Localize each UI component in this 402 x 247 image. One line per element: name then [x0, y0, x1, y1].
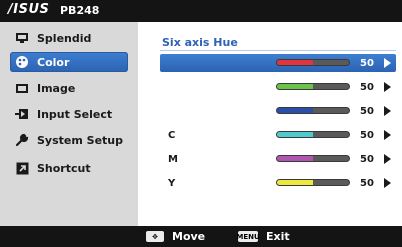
hue-row-red[interactable]: 50 [160, 54, 396, 72]
sidebar-item-color[interactable]: Color [10, 52, 128, 72]
row-value: 50 [360, 153, 374, 165]
slider-fill [277, 132, 313, 137]
brand-logo: /ISUS [8, 2, 50, 17]
row-value: 50 [360, 129, 374, 141]
joystick-move-icon: ✥ [146, 231, 164, 242]
arrow-right-icon[interactable] [384, 130, 391, 140]
row-value: 50 [360, 177, 374, 189]
wrench-icon [14, 132, 30, 148]
row-label: C [168, 129, 176, 141]
sidebar-item-label: Shortcut [37, 161, 91, 175]
main-panel: Six axis Hue 50 50 50 C 50 M 50 Y 50 [138, 22, 402, 226]
hue-row-green[interactable]: 50 [160, 78, 396, 96]
menu-key-icon: MENU [236, 231, 260, 242]
sidebar: Splendid Color Image Input Select System… [0, 22, 138, 226]
title-bar: /ISUS PB248 [0, 0, 402, 22]
row-value: 50 [360, 57, 374, 69]
sidebar-item-shortcut[interactable]: Shortcut [10, 158, 128, 178]
slider-fill [277, 84, 313, 89]
sidebar-item-label: Input Select [37, 107, 113, 121]
palette-icon [14, 54, 30, 70]
arrow-right-icon[interactable] [384, 106, 391, 116]
row-label: Y [168, 177, 176, 189]
shortcut-icon [14, 160, 30, 176]
slider-fill [277, 60, 313, 65]
arrow-right-icon[interactable] [384, 58, 391, 68]
move-hint-label: Move [172, 230, 206, 243]
slider-fill [277, 180, 313, 185]
row-label: M [168, 153, 178, 165]
sidebar-item-label: Image [37, 81, 76, 95]
slider-track[interactable] [276, 107, 350, 114]
sidebar-item-label: Color [37, 55, 70, 69]
sidebar-item-splendid[interactable]: Splendid [10, 28, 128, 48]
sidebar-item-label: Splendid [37, 31, 92, 45]
hue-row-cyan[interactable]: C 50 [160, 126, 396, 144]
arrow-right-icon[interactable] [384, 178, 391, 188]
image-icon [14, 80, 30, 96]
exit-hint-label: Exit [266, 230, 290, 243]
sidebar-item-system-setup[interactable]: System Setup [10, 130, 128, 150]
sidebar-item-image[interactable]: Image [10, 78, 128, 98]
footer-hint-bar: ✥ Move MENU Exit [0, 226, 402, 247]
slider-track[interactable] [276, 83, 350, 90]
arrow-right-icon[interactable] [384, 82, 391, 92]
slider-track[interactable] [276, 155, 350, 162]
slider-fill [277, 108, 313, 113]
hue-row-magenta[interactable]: M 50 [160, 150, 396, 168]
osd-screen: /ISUS PB248 Splendid Color Image Input S… [0, 0, 402, 247]
slider-track[interactable] [276, 179, 350, 186]
hue-row-blue[interactable]: 50 [160, 102, 396, 120]
input-select-icon [14, 106, 30, 122]
title-divider [160, 50, 396, 51]
row-value: 50 [360, 105, 374, 117]
slider-fill [277, 156, 313, 161]
model-name: PB248 [60, 4, 100, 17]
slider-track[interactable] [276, 131, 350, 138]
sidebar-item-input-select[interactable]: Input Select [10, 104, 128, 124]
sidebar-item-label: System Setup [37, 133, 123, 147]
row-value: 50 [360, 81, 374, 93]
splendid-icon [14, 30, 30, 46]
slider-track[interactable] [276, 59, 350, 66]
page-title: Six axis Hue [162, 36, 238, 49]
arrow-right-icon[interactable] [384, 154, 391, 164]
hue-row-yellow[interactable]: Y 50 [160, 174, 396, 192]
